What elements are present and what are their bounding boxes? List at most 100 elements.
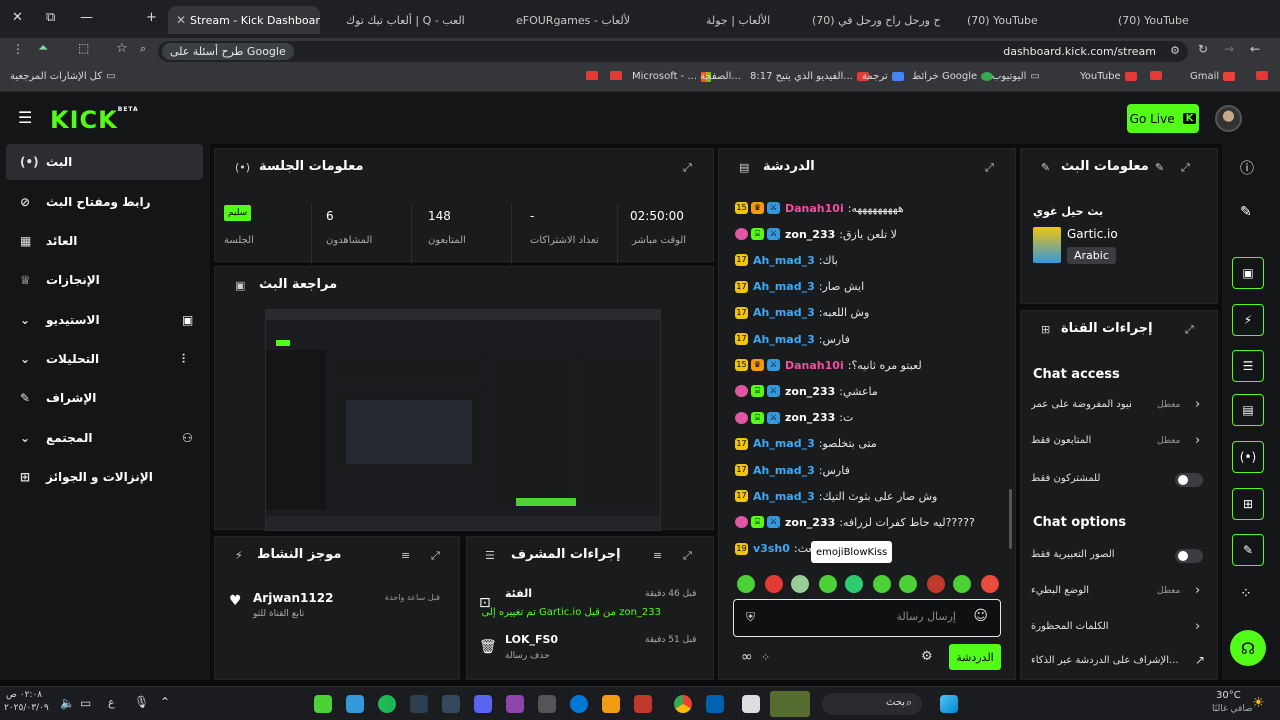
chat-username[interactable]: Danah10i — [785, 359, 844, 372]
chat-username[interactable]: zon_233 — [785, 411, 835, 424]
forward-icon[interactable]: → — [1224, 42, 1234, 56]
emoji-button[interactable] — [873, 575, 891, 593]
kick-logo[interactable]: KICKBETA — [50, 106, 139, 134]
menu-dots-icon[interactable]: ⋮ — [12, 42, 24, 56]
rail-chat-icon[interactable]: ▤ — [1232, 394, 1264, 426]
sidebar-item-revenue[interactable]: ▦ العائد — [6, 223, 203, 259]
hamburger-menu-icon[interactable]: ☰ — [18, 108, 32, 127]
chat-message[interactable]: 17 Ah_mad_3: وش صار على بثوث التيك — [735, 485, 997, 507]
expand-icon[interactable]: ⤢ — [1185, 323, 1194, 337]
sidebar-item-achievements[interactable]: ♕ الإنجازات — [6, 262, 203, 298]
slow-mode-row[interactable]: الوضع البطيء معطل › — [1031, 583, 1211, 603]
taskbar-app-icon[interactable] — [538, 695, 556, 713]
tab-kick-dashboard[interactable]: ✕ Stream - Kick Dashboard — [168, 6, 320, 34]
filter-icon[interactable]: ≡ — [401, 549, 410, 562]
store-icon[interactable] — [706, 695, 724, 713]
omnibox[interactable]: طرح أسئلة على Google dashboard.kick.com/… — [158, 41, 1188, 62]
emoji-button[interactable] — [819, 575, 837, 593]
subscribers-only-toggle[interactable] — [1175, 473, 1203, 487]
chat-username[interactable]: zon_233 — [785, 516, 835, 529]
back-icon[interactable]: ← — [1250, 42, 1260, 56]
emoji-button[interactable] — [953, 575, 971, 593]
discord-icon[interactable] — [474, 695, 492, 713]
sidebar-item-studio[interactable]: ⌄ الاستيديو ▣ — [6, 302, 203, 338]
emotes-only-toggle[interactable] — [1175, 549, 1203, 563]
chat-username[interactable]: Ah_mad_3 — [753, 437, 815, 450]
sidebar-item-drops[interactable]: ⊞ الإنزالات و الجوائز — [6, 459, 203, 495]
share-icon[interactable]: ⬚ — [78, 41, 89, 55]
edge-icon[interactable] — [570, 695, 588, 713]
sidebar-item-moderation[interactable]: ✎ الإشراف — [6, 380, 203, 416]
all-bookmarks[interactable]: كل الإشارات المرجعية ▭ — [10, 71, 116, 82]
taskbar-search[interactable]: بحث ⌕ — [822, 693, 922, 715]
display-icon[interactable]: ▭ — [80, 696, 91, 710]
spotify-icon[interactable] — [378, 695, 396, 713]
emoji-button[interactable] — [899, 575, 917, 593]
chat-message[interactable]: ⌸ ⚔ zon_233: ليه حاط كفرات لزرافه????? — [735, 511, 997, 533]
chat-username[interactable]: Ah_mad_3 — [753, 490, 815, 503]
shield-icon[interactable]: ⛨ — [746, 610, 755, 625]
pencil-icon[interactable]: ✎ — [1240, 204, 1252, 220]
close-window-icon[interactable]: ✕ — [12, 10, 23, 25]
minimize-window-icon[interactable]: — — [80, 10, 93, 25]
emoji-blow-kiss-button[interactable] — [845, 575, 863, 593]
followers-only-row[interactable]: المتابعون فقط معطل › — [1031, 433, 1211, 453]
chat-input[interactable]: ⛨ إرسال رسالة ☺ — [733, 599, 1001, 637]
age-restriction-row[interactable]: القيود المفروضة على عمر... معطل › — [1031, 397, 1211, 417]
taskbar-app-icon[interactable] — [634, 695, 652, 713]
settings-gear-icon[interactable]: ⚙ — [921, 649, 933, 664]
emoji-picker-icon[interactable]: ☺ — [973, 608, 988, 624]
bookmark-youtube-1[interactable] — [586, 71, 598, 80]
emoji-button[interactable] — [765, 575, 783, 593]
bookmark-youtube-4[interactable] — [1256, 71, 1268, 80]
bookmark-youtube[interactable]: YouTube — [1080, 71, 1137, 82]
chat-username[interactable]: zon_233 — [785, 228, 835, 241]
banned-words-row[interactable]: الكلمات المحظورة › — [1031, 619, 1211, 639]
support-headset-icon[interactable]: ☊ — [1230, 630, 1266, 666]
chat-message[interactable]: 17 Ah_mad_3: ايش صار — [735, 276, 997, 298]
avatar[interactable] — [1215, 105, 1242, 132]
steam-icon[interactable] — [442, 695, 460, 713]
chat-message[interactable]: 15 ♛ ⚔ Danah10i: لعبتو مره ثانيه؟ — [735, 354, 997, 376]
tab-tiktok-games[interactable]: ألعاب تيك توك | Q - العب — [326, 6, 468, 34]
chat-username[interactable]: Ah_mad_3 — [753, 333, 815, 346]
expand-icon[interactable]: ⤢ — [431, 549, 440, 563]
chat-message[interactable]: 17 Ah_mad_3: فارس — [735, 328, 997, 350]
rail-stream-preview-icon[interactable]: ▣ — [1232, 257, 1264, 289]
restore-window-icon[interactable]: ⧉ — [46, 10, 55, 25]
chat-message[interactable]: ⌸ ⚔ zon_233: ت — [735, 407, 997, 429]
tab-youtube-1[interactable]: (70) YouTube — [945, 6, 1095, 34]
chat-message[interactable]: ⌸ ⚔ zon_233: لا تلعن يازق — [735, 223, 997, 245]
ai-moderation-row[interactable]: الإشراف على الدردشة عبر الذكاء... ↗ — [1031, 653, 1211, 673]
rail-bolt-icon[interactable]: ⚡ — [1232, 304, 1264, 336]
go-live-button[interactable]: Go Live K — [1127, 104, 1199, 133]
filter-icon[interactable]: ≡ — [653, 549, 662, 562]
bookmark-star-icon[interactable]: ☆ — [116, 41, 128, 56]
info-icon[interactable]: ⓘ — [1240, 158, 1254, 178]
emoji-button[interactable] — [927, 575, 945, 593]
bookmark-translate[interactable]: ترجمة — [862, 71, 904, 82]
chat-message[interactable]: 17 Ah_mad_3: وش اللعبه — [735, 302, 997, 324]
tab-games-tour[interactable]: الألعاب | جولة — [640, 6, 782, 34]
rail-broadcast-icon[interactable]: (•) — [1232, 441, 1264, 473]
extension-icon[interactable]: ⏶ — [38, 41, 48, 56]
rail-list-icon[interactable]: ☰ — [1232, 350, 1264, 382]
sidebar-item-community[interactable]: ⌄ المجتمع ⚇ — [6, 420, 203, 456]
chat-message[interactable]: 17 Ah_mad_3: فارس — [735, 459, 997, 481]
reload-icon[interactable]: ↻ — [1198, 42, 1208, 56]
more-icon[interactable]: ⁘ — [1240, 586, 1252, 602]
emoji-button[interactable] — [981, 575, 999, 593]
zoom-icon[interactable]: ⌕ — [140, 42, 146, 56]
bookmark-youtube-folder[interactable]: اليوتيوب ▭ — [992, 71, 1040, 82]
mic-icon[interactable]: 🎙 — [134, 695, 149, 709]
expand-icon[interactable]: ⤢ — [683, 161, 692, 175]
google-ask-pill[interactable]: طرح أسئلة على Google — [162, 43, 294, 60]
chat-username[interactable]: Ah_mad_3 — [753, 306, 815, 319]
bookmark-maps[interactable]: خرائط Google — [912, 71, 994, 82]
chat-username[interactable]: Ah_mad_3 — [753, 254, 815, 267]
input-lang[interactable]: ع — [108, 696, 115, 709]
chat-message[interactable]: 17 Ah_mad_3: متى بتخلصو — [735, 433, 997, 455]
new-tab-icon[interactable]: + — [146, 10, 157, 25]
site-settings-icon[interactable]: ⚙ — [1170, 44, 1180, 57]
widget-thumbnail[interactable] — [770, 691, 810, 717]
